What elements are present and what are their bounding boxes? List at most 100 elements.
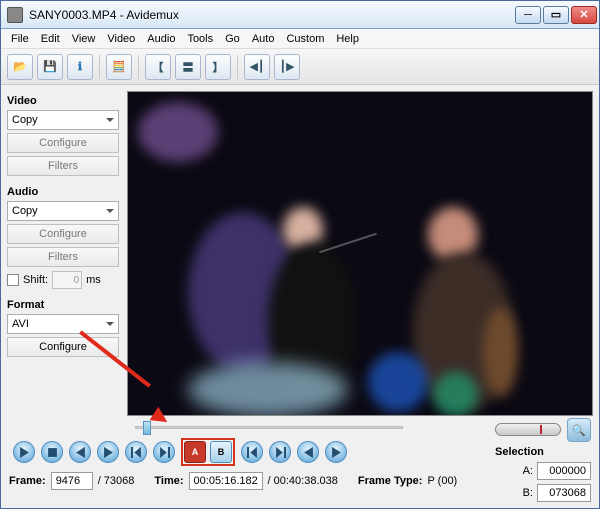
minimize-button[interactable]: ─ [515, 6, 541, 24]
window-title: SANY0003.MP4 - Avidemux [29, 8, 179, 22]
audio-codec-select[interactable]: Copy [7, 201, 119, 221]
video-codec-select[interactable]: Copy [7, 110, 119, 130]
menu-go[interactable]: Go [219, 33, 246, 45]
prev-icon [75, 447, 86, 458]
go-start-icon: ◀┃ [249, 60, 264, 73]
skip-back-icon [131, 447, 142, 458]
goto-marker-b-button[interactable] [269, 441, 291, 463]
time-total: / 00:40:38.038 [268, 475, 338, 487]
video-preview [127, 91, 593, 416]
bottom-bar: A B Frame: 9476 / 73068 Time: 00:05:16.1… [1, 416, 599, 508]
app-icon [7, 7, 23, 23]
maximize-button[interactable]: ▭ [543, 6, 569, 24]
prev-frame-button[interactable] [69, 441, 91, 463]
bracket-left-icon: 【 [153, 59, 164, 75]
toolbar-cut-right-button[interactable]: 】 [205, 54, 231, 80]
menu-file[interactable]: File [5, 33, 35, 45]
toolbar-info-button[interactable]: ℹ [67, 54, 93, 80]
time-label: Time: [154, 475, 183, 487]
toolbar-start-button[interactable]: ◀┃ [244, 54, 270, 80]
save-icon: 💾 [43, 60, 57, 73]
video-filters-button[interactable]: Filters [7, 156, 119, 176]
menu-edit[interactable]: Edit [35, 33, 66, 45]
video-configure-button[interactable]: Configure [7, 133, 119, 153]
shift-spinner[interactable]: 0 [52, 271, 82, 289]
go-end-icon: ┃▶ [279, 60, 294, 73]
magnifier-icon: 🔍 [572, 424, 586, 437]
selection-b-label: B: [523, 487, 533, 499]
prev-black-button[interactable] [297, 441, 319, 463]
info-icon: ℹ [78, 60, 82, 73]
selection-a-label: A: [523, 465, 533, 477]
toolbar-end-button[interactable]: ┃▶ [274, 54, 300, 80]
video-codec-value: Copy [12, 114, 38, 126]
frametype-value: P (00) [427, 475, 457, 487]
prev-keyframe-button[interactable] [125, 441, 147, 463]
toolbar-save-button[interactable]: 💾 [37, 54, 63, 80]
jog-wheel[interactable] [495, 423, 561, 436]
toolbar: 📂 💾 ℹ 🧮 【 〓 】 ◀┃ ┃▶ [1, 49, 599, 85]
menu-auto[interactable]: Auto [246, 33, 281, 45]
stop-icon [47, 447, 58, 458]
shift-unit: ms [86, 274, 101, 286]
video-header: Video [7, 95, 119, 107]
menu-video[interactable]: Video [101, 33, 141, 45]
frame-total: / 73068 [98, 475, 135, 487]
toolbar-cut-both-button[interactable]: 〓 [175, 54, 201, 80]
titlebar: SANY0003.MP4 - Avidemux ─ ▭ ✕ [1, 1, 599, 29]
close-button[interactable]: ✕ [571, 6, 597, 24]
seek-slider[interactable] [135, 418, 403, 436]
audio-codec-value: Copy [12, 205, 38, 217]
folder-open-icon: 📂 [13, 60, 27, 73]
selection-b-field[interactable]: 073068 [537, 484, 591, 502]
go-a-icon [247, 447, 258, 458]
transport-bar: A B [13, 438, 491, 466]
frame-label: Frame: [9, 475, 46, 487]
bracket-both-icon: 〓 [183, 59, 194, 75]
menubar: File Edit View Video Audio Tools Go Auto… [1, 29, 599, 49]
format-configure-button[interactable]: Configure [7, 337, 119, 357]
audio-header: Audio [7, 186, 119, 198]
play-icon [19, 447, 30, 458]
play-button[interactable] [13, 441, 35, 463]
marker-highlight: A B [181, 438, 235, 466]
toolbar-open-button[interactable]: 📂 [7, 54, 33, 80]
goto-marker-a-button[interactable] [241, 441, 263, 463]
chevron-down-icon [106, 118, 114, 126]
sidebar: Video Copy Configure Filters Audio Copy … [1, 85, 125, 416]
ff-icon [331, 447, 342, 458]
next-black-button[interactable] [325, 441, 347, 463]
toolbar-calc-button[interactable]: 🧮 [106, 54, 132, 80]
next-keyframe-button[interactable] [153, 441, 175, 463]
time-current-field[interactable]: 00:05:16.182 [189, 472, 263, 490]
seek-thumb[interactable] [143, 421, 151, 435]
shift-checkbox[interactable] [7, 274, 19, 286]
audio-filters-button[interactable]: Filters [7, 247, 119, 267]
frame-current-field[interactable]: 9476 [51, 472, 93, 490]
set-marker-b-button[interactable]: B [210, 441, 232, 463]
calculator-icon: 🧮 [112, 60, 126, 73]
format-value: AVI [12, 318, 29, 330]
marker-a-icon: A [192, 447, 199, 457]
menu-tools[interactable]: Tools [181, 33, 219, 45]
menu-view[interactable]: View [66, 33, 102, 45]
frametype-label: Frame Type: [358, 475, 423, 487]
set-marker-a-button[interactable]: A [184, 441, 206, 463]
menu-custom[interactable]: Custom [280, 33, 330, 45]
zoom-button[interactable]: 🔍 [567, 418, 591, 442]
next-icon [103, 447, 114, 458]
menu-help[interactable]: Help [330, 33, 365, 45]
selection-a-field[interactable]: 000000 [537, 462, 591, 480]
chevron-down-icon [106, 209, 114, 217]
status-bar: Frame: 9476 / 73068 Time: 00:05:16.182 /… [9, 472, 491, 490]
toolbar-cut-left-button[interactable]: 【 [145, 54, 171, 80]
next-frame-button[interactable] [97, 441, 119, 463]
audio-configure-button[interactable]: Configure [7, 224, 119, 244]
rw-icon [303, 447, 314, 458]
go-b-icon [275, 447, 286, 458]
format-select[interactable]: AVI [7, 314, 119, 334]
skip-fwd-icon [159, 447, 170, 458]
shift-label: Shift: [23, 274, 48, 286]
stop-button[interactable] [41, 441, 63, 463]
menu-audio[interactable]: Audio [141, 33, 181, 45]
